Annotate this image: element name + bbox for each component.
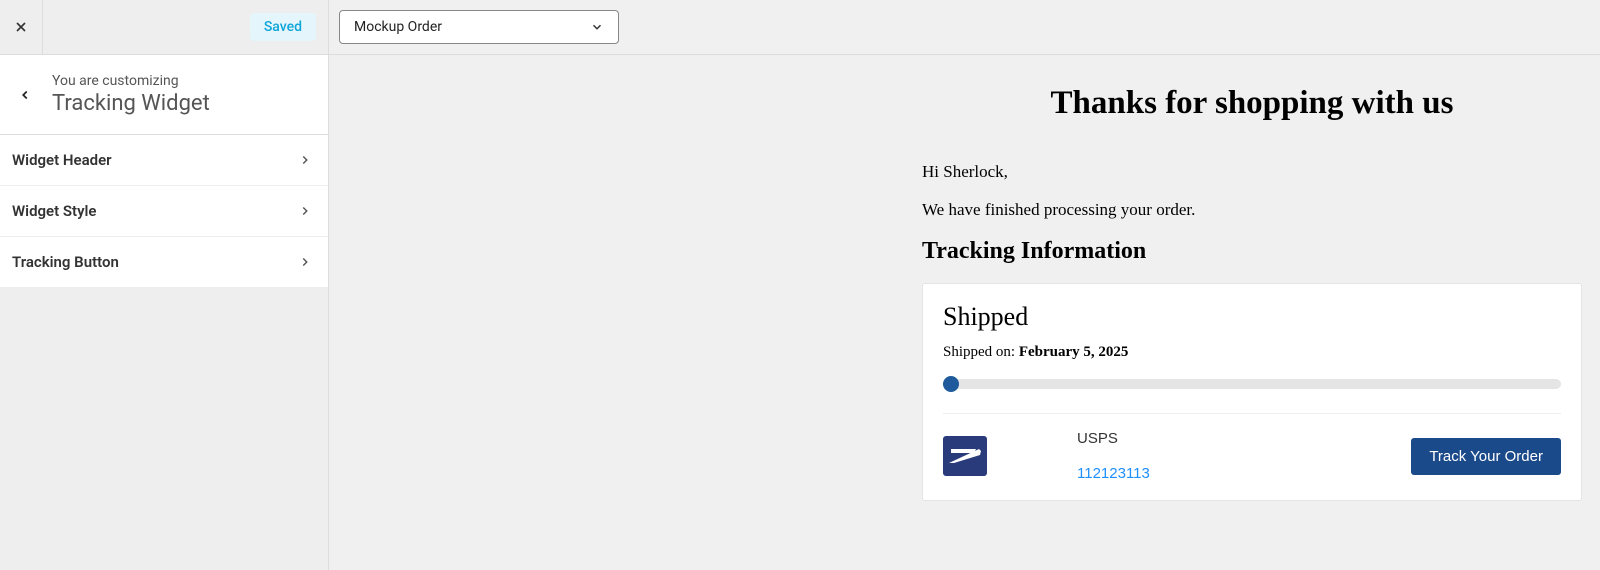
email-intro: We have finished processing your order. [922,200,1582,220]
tracking-number-link[interactable]: 112123113 [1077,465,1150,482]
shipped-on-line: Shipped on: February 5, 2025 [943,344,1561,361]
email-greeting: Hi Sherlock, [922,162,1582,182]
carrier-logo-usps [943,436,987,476]
main-area: Mockup Order Thanks for shopping with us… [329,0,1600,570]
option-label: Widget Style [12,202,97,220]
email-headline: Thanks for shopping with us [922,85,1582,122]
option-label: Widget Header [12,151,112,169]
header-text: You are customizing Tracking Widget [52,73,210,116]
tracking-heading: Tracking Information [922,238,1582,265]
chevron-right-icon [298,255,312,269]
chevron-down-icon [590,20,604,34]
chevron-left-icon [18,88,32,102]
preview-topbar: Mockup Order [329,0,1600,55]
chevron-right-icon [298,204,312,218]
option-widget-header[interactable]: Widget Header [0,135,328,186]
option-tracking-button[interactable]: Tracking Button [0,237,328,288]
shipped-date: February 5, 2025 [1019,344,1129,360]
section-header: You are customizing Tracking Widget [0,55,328,135]
section-title: Tracking Widget [52,91,210,116]
sidebar-topbar: Saved [0,0,328,55]
carrier-info: USPS 112123113 [1077,430,1150,482]
option-label: Tracking Button [12,253,119,271]
progress-bar [943,379,1561,389]
close-icon [13,19,29,35]
carrier-left: USPS 112123113 [943,430,1150,482]
customizing-label: You are customizing [52,73,210,89]
carrier-name: USPS [1077,430,1150,447]
saved-status-pill: Saved [250,13,316,41]
order-dropdown[interactable]: Mockup Order [339,10,619,44]
dropdown-value: Mockup Order [354,19,442,35]
chevron-right-icon [298,153,312,167]
save-status-wrap: Saved [43,13,328,41]
shipment-status: Shipped [943,302,1561,332]
shipped-on-label: Shipped on: [943,344,1019,360]
tracking-widget: Shipped Shipped on: February 5, 2025 [922,283,1582,501]
usps-eagle-icon [946,441,984,471]
carrier-row: USPS 112123113 Track Your Order [943,413,1561,482]
email-content: Thanks for shopping with us Hi Sherlock,… [922,85,1582,570]
option-widget-style[interactable]: Widget Style [0,186,328,237]
customizer-sidebar: Saved You are customizing Tracking Widge… [0,0,329,570]
close-button[interactable] [0,0,43,55]
track-order-button[interactable]: Track Your Order [1411,438,1561,475]
back-button[interactable] [10,88,40,102]
progress-indicator [943,376,959,392]
email-preview: Thanks for shopping with us Hi Sherlock,… [329,55,1600,570]
